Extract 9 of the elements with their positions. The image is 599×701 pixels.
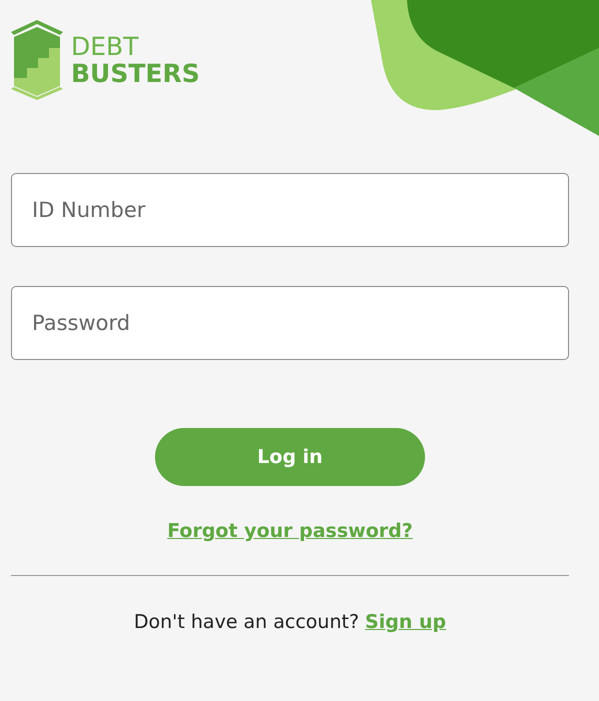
logo-text: BUSTERS <box>71 61 200 86</box>
input-field[interactable]: Password <box>11 286 569 360</box>
signup-prompt: Don't have an account? <box>134 611 360 633</box>
house-stairs-icon <box>9 20 65 100</box>
forgot-password-link[interactable]: Forgot your password? <box>167 520 413 542</box>
logo-text: DEBT <box>71 34 140 59</box>
signup-link[interactable]: Sign up <box>365 611 446 633</box>
login-button[interactable]: Log in <box>155 428 425 486</box>
input-field[interactable]: ID Number <box>11 173 569 247</box>
